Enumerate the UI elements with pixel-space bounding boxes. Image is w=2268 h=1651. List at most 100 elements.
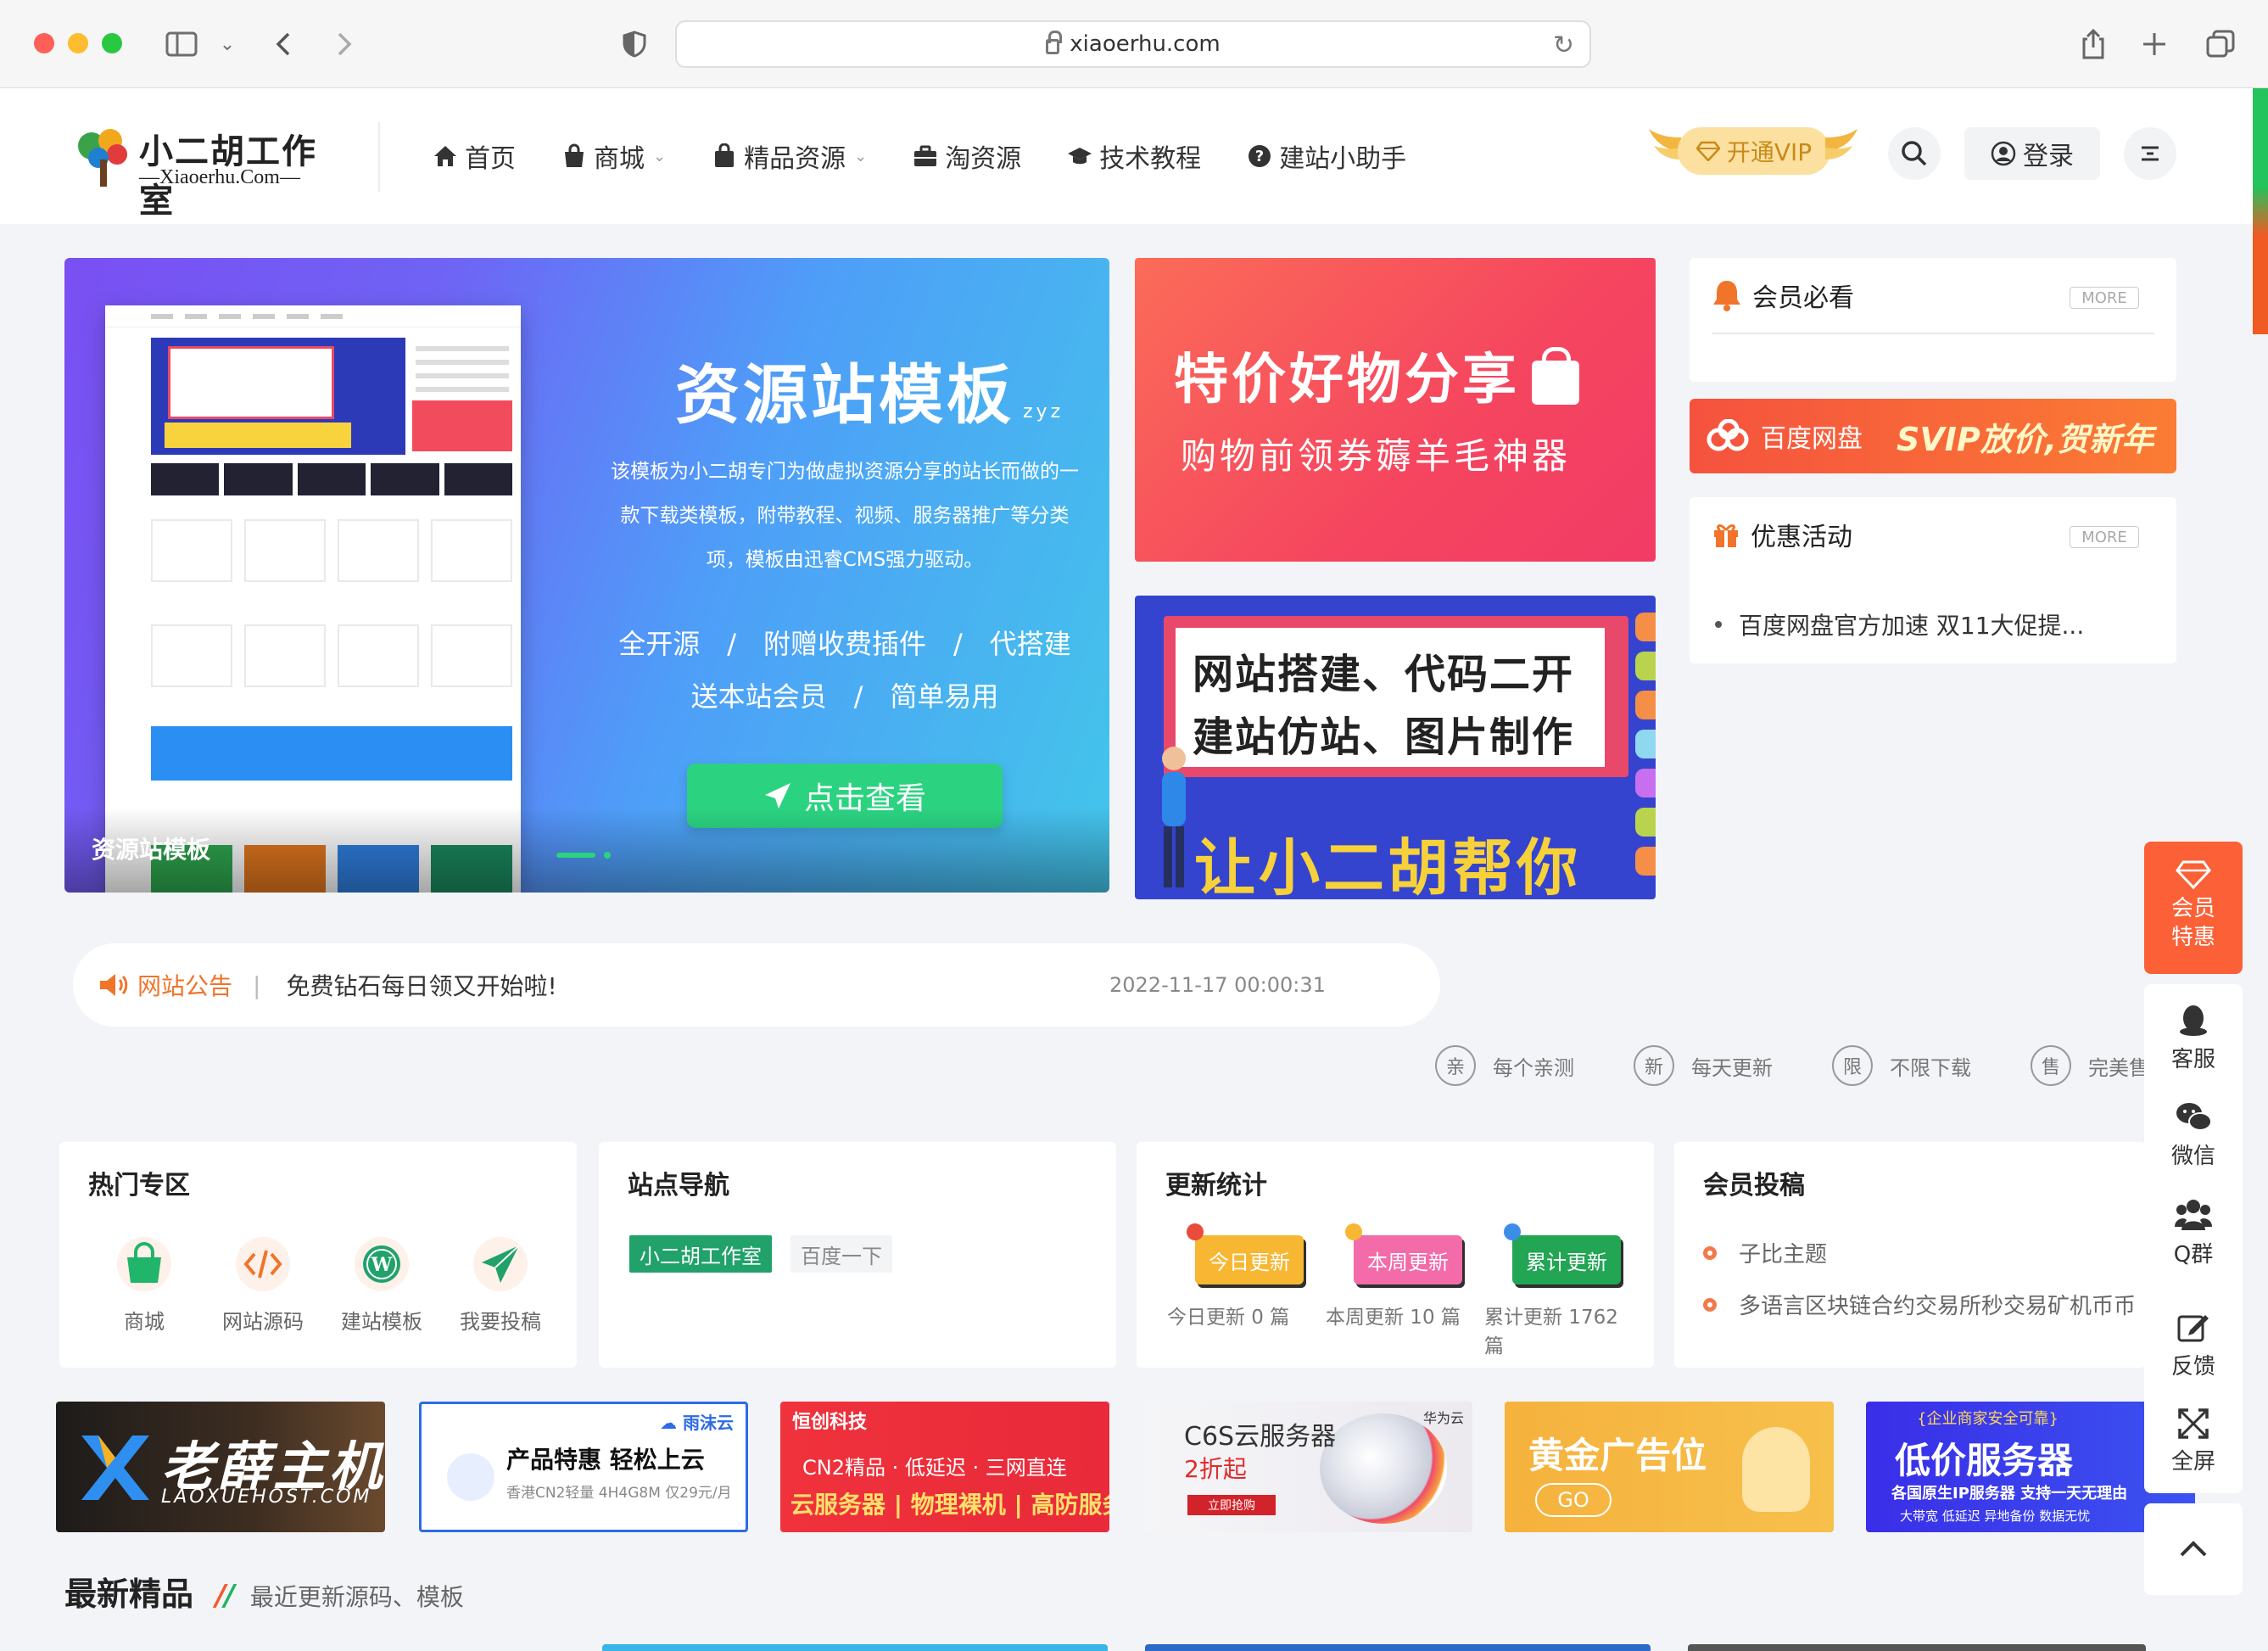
home-icon [434,146,456,166]
nav-home[interactable]: 首页 [433,137,516,175]
wechat-button[interactable]: 微信 [2144,1100,2243,1170]
ad-yumoyun[interactable]: ☁ 雨沫云 产品特惠 轻松上云 香港CN2轻量 4H4G8M 仅29元/月 [419,1402,748,1532]
zoom-window-button[interactable] [102,33,122,53]
tab-overview-icon[interactable] [2200,24,2241,64]
logo-tree-icon [78,129,127,187]
menu-button[interactable] [2124,127,2176,180]
nav-premium[interactable]: 精品资源 ⌄ [712,137,867,175]
ad-hengchuang[interactable]: 恒创科技 CN2精品 · 低延迟 · 三网直连 云服务器 | 物理裸机 | 高防… [780,1402,1109,1532]
login-button[interactable]: 登录 [1964,127,2100,180]
url-text: xiaoerhu.com [1070,31,1221,57]
slider-dot[interactable] [604,852,611,859]
hot-item-label: 商城 [124,1310,165,1334]
fullscreen-icon [2178,1408,2209,1439]
user-circle-icon [1991,141,2016,166]
hot-item-shop[interactable]: 商城 [85,1237,204,1335]
wechat-icon [2176,1103,2212,1131]
forward-icon[interactable] [324,24,365,64]
hot-item-submit[interactable]: 我要投稿 [441,1237,560,1335]
announcement-text[interactable]: 免费钻石每日领又开始啦! [286,968,556,1002]
services-banner[interactable]: 网站搭建、代码二开 建站仿站、图片制作 让小二胡帮你 [1135,596,1656,899]
minimize-window-button[interactable] [68,33,88,53]
feature-badge: 新 [1634,1045,1674,1086]
announcement-date: 2022-11-17 00:00:31 [1109,973,1326,997]
promotion-item[interactable]: 百度网盘官方加速 双11大促提... [1715,607,2084,641]
deals-banner[interactable]: 特价好物分享 购物前领券薅羊毛神器 [1135,258,1656,562]
nav-tutorials[interactable]: 技术教程 [1067,137,1201,175]
chevron-up-icon [2180,1541,2207,1557]
more-link[interactable]: MORE [2070,526,2139,548]
wechat-label: 微信 [2170,1144,2215,1169]
fullscreen-button[interactable]: 全屏 [2144,1408,2243,1475]
address-bar[interactable]: xiaoerhu.com ↻ [675,20,1591,68]
ad-golden-slot[interactable]: 黄金广告位 GO [1505,1402,1834,1532]
member-must-read-card: 会员必看 MORE [1690,258,2176,382]
browser-toolbar: ⌄ xiaoerhu.com ↻ [0,0,2268,88]
deals-title: 特价好物分享 [1174,349,1520,411]
latest-card-top [1145,1644,1651,1651]
slider-dot-active[interactable] [556,853,595,858]
site-logo[interactable]: 小二胡工作室 —Xiaoerhu.Com— [73,119,344,221]
new-tab-icon[interactable] [2134,24,2175,64]
latest-section-header: 最新精品 // 最近更新源码、模板 [64,1568,464,1615]
briefcase-icon [914,145,937,166]
hot-zone-box: 热门专区 商城 网站源码 W 建站模板 我要投稿 [59,1142,577,1368]
slide-tags-line1: 全开源 / 附赠收费插件 / 代搭建 [618,628,1071,660]
ad-huawei-cloud[interactable]: 华为云 C6S云服务器 2折起 立即抢购 [1143,1402,1472,1532]
wordpress-icon: W [363,1245,400,1283]
ad-button: 立即抢购 [1187,1495,1276,1515]
ad-top: {企业商家安全可靠} [1917,1410,2059,1428]
hot-item-templates[interactable]: W 建站模板 [322,1237,441,1335]
sidebar-toggle-icon[interactable] [161,24,202,64]
penguin-icon [2180,1005,2207,1036]
chevron-down-icon[interactable]: ⌄ [207,24,248,64]
baidu-svip-banner[interactable]: 百度网盘 SVIP放价,贺新年 [1690,399,2176,473]
back-icon[interactable] [263,24,304,64]
site-nav-link[interactable]: 百度一下 [790,1235,892,1273]
page-scrollbar[interactable] [2253,88,2268,334]
feature-badge: 亲 [1435,1045,1476,1086]
hot-item-source-code[interactable]: 网站源码 [204,1237,322,1335]
customer-service-button[interactable]: 客服 [2144,1003,2243,1073]
announcement-label: 网站公告 [137,972,233,1000]
ad-brand: 华为云 [1422,1410,1464,1426]
member-must-read-title: 会员必看 [1752,283,1854,313]
feature-badge: 售 [2031,1045,2071,1086]
nav-shop[interactable]: 商城 ⌄ [561,137,666,175]
latest-title: 最新精品 [64,1575,194,1613]
nav-resources[interactable]: 淘资源 [913,137,1021,175]
site-nav-link[interactable]: 小二胡工作室 [629,1235,772,1273]
hero-slider[interactable]: 资源站模板 zyz 该模板为小二胡专门为做虚拟资源分享的站长而做的一款下载类模板，… [64,258,1109,893]
stat-flag: 累计更新 [1512,1235,1621,1284]
chevron-down-icon: ⌄ [653,147,667,165]
ad-laoxue-host[interactable]: 老薛主机 LAOXUEHOST.COM [56,1402,385,1532]
back-to-top-button[interactable] [2144,1503,2243,1595]
feedback-button[interactable]: 反馈 [2144,1310,2243,1380]
member-deals-label: 会员特惠 [2170,896,2215,950]
services-line1: 网站搭建、代码二开 [1193,651,1575,698]
shopping-bag-icon [127,1242,161,1283]
reload-icon[interactable]: ↻ [1553,31,1574,60]
contribution-item[interactable]: 子比主题 [1703,1237,2136,1268]
hot-item-label: 我要投稿 [460,1310,541,1334]
gift-icon [1714,524,1738,547]
hot-item-label: 建站模板 [341,1310,422,1334]
close-window-button[interactable] [34,33,54,53]
more-link[interactable]: MORE [2070,287,2139,309]
contributions-box: 会员投稿 子比主题 多语言区块链合约交易所秒交易矿机币币 [1674,1142,2146,1368]
shield-icon[interactable] [614,24,655,64]
open-vip-button[interactable]: 开通VIP [1647,122,1859,182]
baidu-name: 百度网盘 [1761,424,1863,454]
feature-text: 每个亲测 [1493,1055,1574,1080]
qq-group-button[interactable]: Q群 [2144,1198,2243,1268]
stat-flag: 今日更新 [1195,1235,1304,1284]
search-button[interactable] [1888,127,1941,180]
svg-text:?: ? [1255,148,1264,165]
contributions-title: 会员投稿 [1703,1171,1805,1200]
share-icon[interactable] [2073,24,2114,64]
nav-helper[interactable]: ? 建站小助手 [1247,137,1406,175]
member-deals-button[interactable]: 会员特惠 [2144,842,2243,974]
feature-item: 售完美售 [2031,1045,2149,1086]
search-icon [1902,141,1927,166]
contribution-item[interactable]: 多语言区块链合约交易所秒交易矿机币币 [1703,1289,2136,1320]
